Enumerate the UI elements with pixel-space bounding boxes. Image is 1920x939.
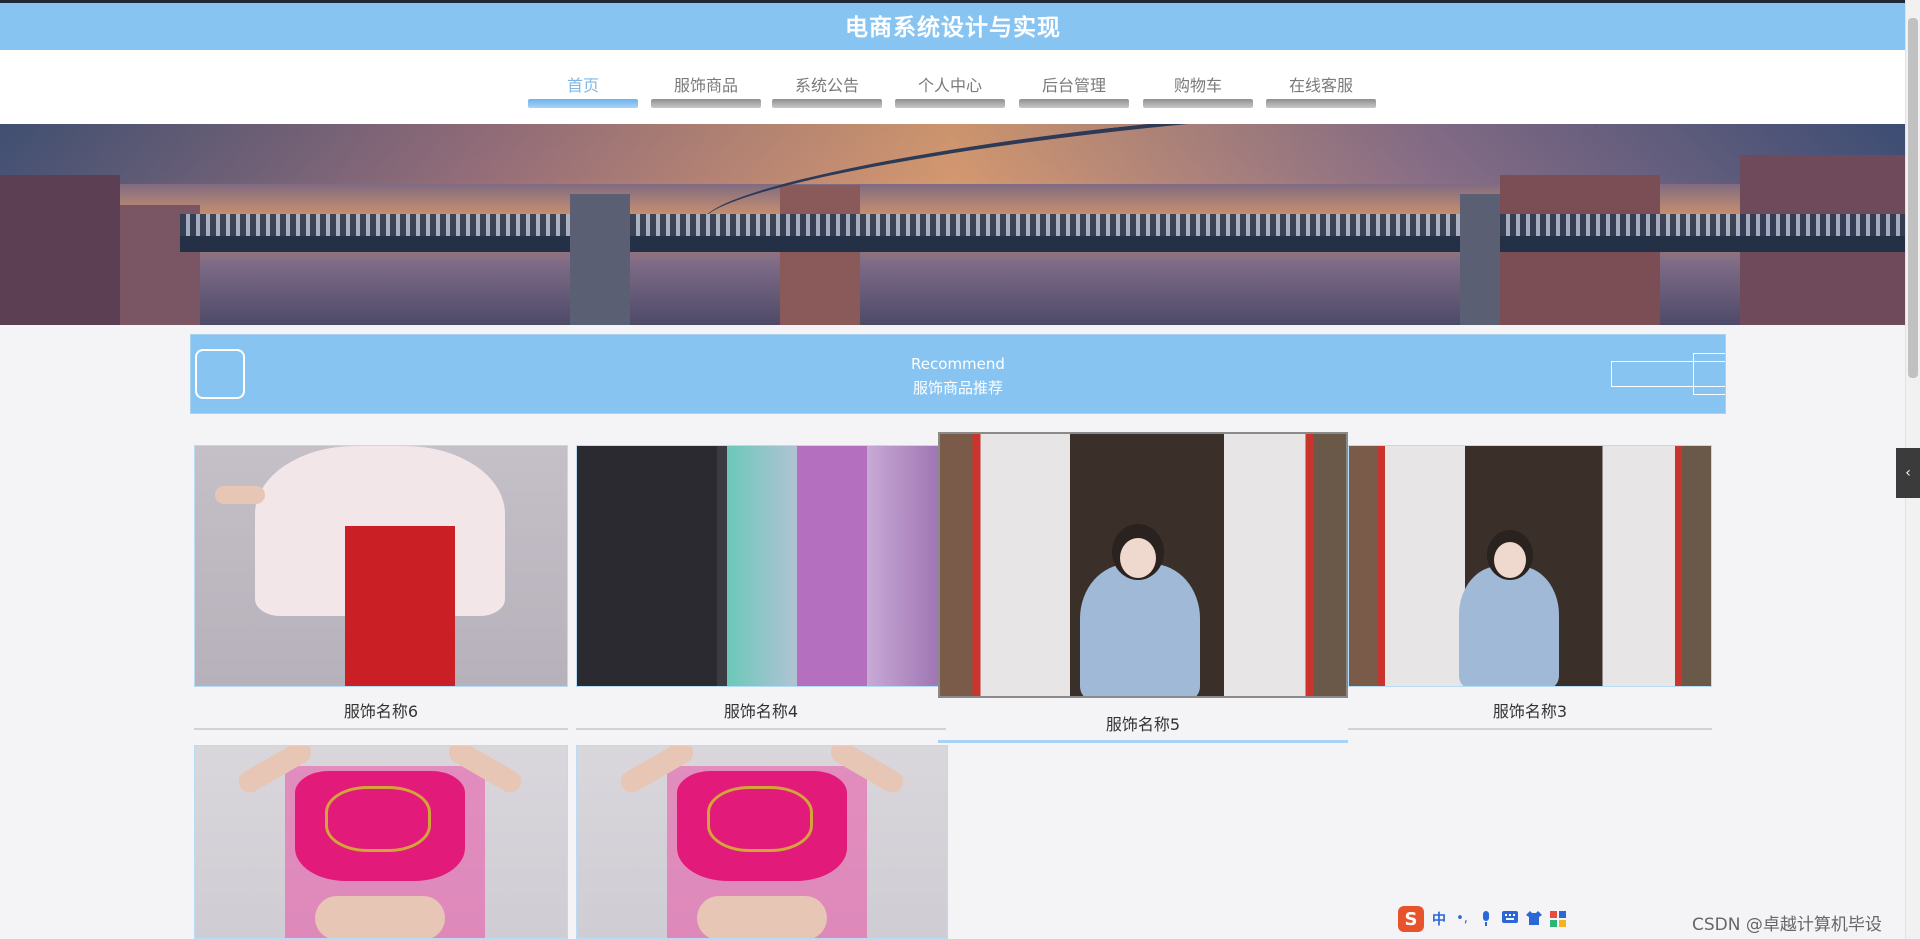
skirt-shape — [797, 446, 867, 686]
product-name[interactable]: 服饰名称4 — [576, 698, 946, 722]
recommend-subtitle: 服饰商品推荐 — [912, 379, 1003, 397]
skin-icon[interactable] — [1526, 911, 1542, 927]
banner-bridge-tower — [570, 194, 630, 325]
product-card[interactable]: 服饰名称3 — [1348, 445, 1712, 731]
product-name[interactable]: 服饰名称5 — [938, 711, 1348, 735]
product-underline — [576, 728, 946, 730]
nav-item-home[interactable]: 首页 — [528, 72, 638, 108]
nav-item-underline — [651, 99, 761, 108]
product-image[interactable] — [938, 432, 1348, 698]
main-nav: 首页 服饰商品 系统公告 个人中心 后台管理 购物车 在线客服 — [0, 50, 1906, 125]
product-image[interactable] — [194, 445, 568, 687]
scrollbar-thumb[interactable] — [1908, 18, 1918, 378]
figure-shape — [1459, 566, 1559, 686]
product-name[interactable]: 服饰名称6 — [194, 698, 568, 722]
product-image[interactable] — [576, 445, 946, 687]
product-name[interactable]: 服饰名称3 — [1348, 698, 1712, 722]
product-image[interactable] — [1348, 445, 1712, 687]
chevron-left-icon: ‹ — [1905, 465, 1911, 481]
product-underline — [194, 728, 568, 730]
nav-item-admin[interactable]: 后台管理 — [1019, 72, 1129, 108]
banner-bridge-tower — [1460, 194, 1500, 325]
nav-item-clothing[interactable]: 服饰商品 — [651, 72, 761, 108]
recommend-header: Recommend 服饰商品推荐 — [190, 334, 1726, 414]
nav-item-underline — [1266, 99, 1376, 108]
recommend-title: Recommend — [911, 355, 1005, 373]
nav-item-label: 在线客服 — [1288, 76, 1353, 95]
product-card[interactable] — [194, 745, 568, 939]
waist-shape — [697, 896, 827, 938]
product-underline — [1348, 728, 1712, 730]
ime-mode-label[interactable]: 中 — [1432, 909, 1446, 929]
punctuation-icon[interactable]: •, — [1454, 911, 1470, 927]
nav-item-underline — [1143, 99, 1253, 108]
nav-item-underline — [895, 99, 1005, 108]
microphone-icon[interactable] — [1478, 911, 1494, 927]
nav-item-underline — [1019, 99, 1129, 108]
product-card[interactable] — [576, 745, 948, 939]
toolbox-icon[interactable] — [1550, 911, 1566, 927]
csdn-watermark: CSDN @卓越计算机毕设 — [1692, 915, 1882, 935]
hand-shape — [215, 486, 265, 504]
figure-shape — [1080, 564, 1200, 696]
side-panel-toggle[interactable]: ‹ — [1896, 448, 1920, 498]
nav-item-label: 个人中心 — [917, 76, 982, 95]
page: 电商系统设计与实现 首页 服饰商品 系统公告 个人中心 后台管理 购物车 在线客… — [0, 0, 1906, 939]
embroidery-shape — [325, 786, 431, 852]
face-shape — [1120, 538, 1156, 578]
nav-item-profile[interactable]: 个人中心 — [895, 72, 1005, 108]
product-image[interactable] — [576, 745, 948, 939]
embroidery-shape — [707, 786, 813, 852]
nav-item-label: 购物车 — [1173, 76, 1222, 95]
product-card[interactable]: 服饰名称5 — [938, 432, 1348, 745]
banner-bridge-rail — [180, 236, 1906, 252]
nav-item-label: 系统公告 — [794, 76, 859, 95]
product-card[interactable]: 服饰名称6 — [194, 445, 568, 731]
banner-building — [0, 175, 120, 325]
face-shape — [1494, 542, 1526, 578]
nav-item-customer-service[interactable]: 在线客服 — [1266, 72, 1376, 108]
nav-item-announcements[interactable]: 系统公告 — [772, 72, 882, 108]
ime-toolbar[interactable]: S 中 •, — [1398, 904, 1576, 934]
waist-shape — [315, 896, 445, 938]
site-title-bar: 电商系统设计与实现 — [0, 0, 1906, 50]
recommend-frame-decoration — [1693, 353, 1725, 395]
nav-item-underline — [528, 99, 638, 108]
nav-item-label: 后台管理 — [1041, 76, 1106, 95]
site-title: 电商系统设计与实现 — [845, 15, 1061, 41]
hero-banner-image — [0, 124, 1906, 325]
banner-bridge-deck — [180, 214, 1906, 236]
nav-item-underline — [772, 99, 882, 108]
keyboard-icon[interactable] — [1502, 911, 1518, 927]
nav-item-label: 首页 — [566, 76, 599, 95]
product-card[interactable]: 服饰名称4 — [576, 445, 946, 731]
sogou-logo-icon[interactable]: S — [1398, 906, 1424, 932]
product-underline — [938, 740, 1348, 743]
skirt-shape — [345, 526, 455, 686]
nav-item-cart[interactable]: 购物车 — [1143, 72, 1253, 108]
nav-item-label: 服饰商品 — [673, 76, 738, 95]
window-top-border — [0, 0, 1906, 3]
product-image[interactable] — [194, 745, 568, 939]
